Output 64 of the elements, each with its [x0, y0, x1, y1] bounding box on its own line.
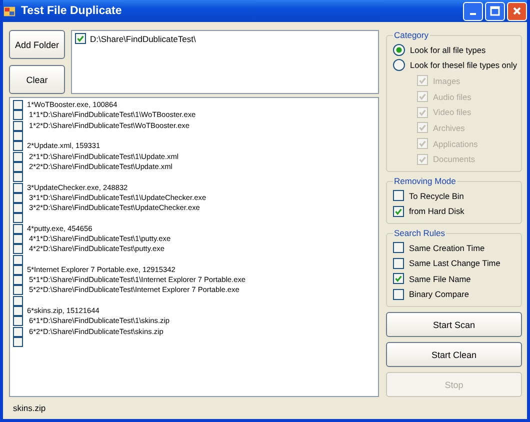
- checkbox[interactable]: [393, 288, 404, 300]
- checkbox[interactable]: [13, 316, 23, 326]
- checkbox-label: Same Creation Time: [409, 242, 485, 253]
- checkbox[interactable]: [13, 326, 23, 337]
- checkbox[interactable]: [13, 336, 23, 347]
- checkbox[interactable]: [393, 258, 404, 269]
- checkbox[interactable]: [13, 162, 23, 172]
- minimize-icon: [470, 13, 476, 15]
- checkbox[interactable]: [13, 285, 23, 296]
- radio-label: Look for all file types: [410, 44, 486, 55]
- checkbox[interactable]: [13, 234, 23, 244]
- checkbox[interactable]: [393, 190, 404, 202]
- folder-path: D:\Share\FindDublicateTest\: [90, 34, 196, 44]
- checkbox-label: Video files: [433, 107, 472, 118]
- radio-button[interactable]: [393, 44, 405, 56]
- checkbox[interactable]: [13, 172, 23, 182]
- checkbox-label: Documents: [433, 154, 475, 164]
- checkbox[interactable]: [13, 254, 23, 265]
- checkbox[interactable]: [13, 275, 23, 286]
- checkbox[interactable]: [13, 296, 23, 306]
- checkbox[interactable]: [13, 100, 23, 110]
- checkbox-label: Same File Name: [409, 274, 471, 284]
- checkbox[interactable]: [13, 203, 23, 214]
- checkbox-label: from Hard Disk: [409, 206, 464, 216]
- maximize-icon: [489, 5, 501, 17]
- checkbox[interactable]: [13, 213, 23, 224]
- status-text: skins.zip: [12, 402, 47, 415]
- checkbox[interactable]: [13, 182, 23, 193]
- minimize-button[interactable]: [463, 2, 483, 20]
- group-title: Search Rules: [393, 228, 446, 238]
- checkbox[interactable]: [13, 306, 23, 316]
- group-title: Removing Mode: [393, 176, 457, 186]
- checkbox-label: Binary Compare: [409, 289, 469, 300]
- checkbox[interactable]: [13, 244, 23, 254]
- checkbox[interactable]: [13, 110, 23, 120]
- close-icon: [511, 5, 523, 17]
- window-title: Test File Duplicate: [21, 5, 123, 17]
- radio-label: Look for thesel file types only: [410, 60, 517, 70]
- checkbox[interactable]: [13, 120, 23, 131]
- maximize-button[interactable]: [485, 2, 505, 20]
- checkbox-label: Audio files: [433, 92, 472, 102]
- checkbox-label: Images: [433, 76, 460, 86]
- checkbox[interactable]: [13, 141, 23, 152]
- app-icon: [3, 4, 16, 18]
- radio-button[interactable]: [393, 59, 405, 72]
- checkbox[interactable]: [13, 264, 23, 275]
- checkbox[interactable]: [75, 33, 86, 44]
- action-button[interactable]: Start Scan: [386, 312, 522, 338]
- checkbox-label: To Recycle Bin: [409, 190, 464, 201]
- clear-button[interactable]: Clear: [9, 65, 65, 94]
- close-button[interactable]: [507, 2, 527, 20]
- checkbox[interactable]: [13, 192, 23, 203]
- checkbox-label: Same Last Change Time: [409, 258, 500, 268]
- checkbox-label: Archives: [433, 122, 465, 133]
- checkbox[interactable]: [13, 131, 23, 142]
- checkbox[interactable]: [393, 242, 404, 254]
- action-button[interactable]: Start Clean: [386, 342, 522, 368]
- checkbox[interactable]: [13, 152, 23, 162]
- checkbox[interactable]: [393, 273, 404, 284]
- add-folder-button[interactable]: Add Folder: [9, 30, 65, 59]
- group-title: Category: [393, 30, 430, 40]
- checkbox-label: Applications: [433, 138, 478, 149]
- checkbox[interactable]: [393, 206, 404, 217]
- checkbox[interactable]: [13, 224, 23, 234]
